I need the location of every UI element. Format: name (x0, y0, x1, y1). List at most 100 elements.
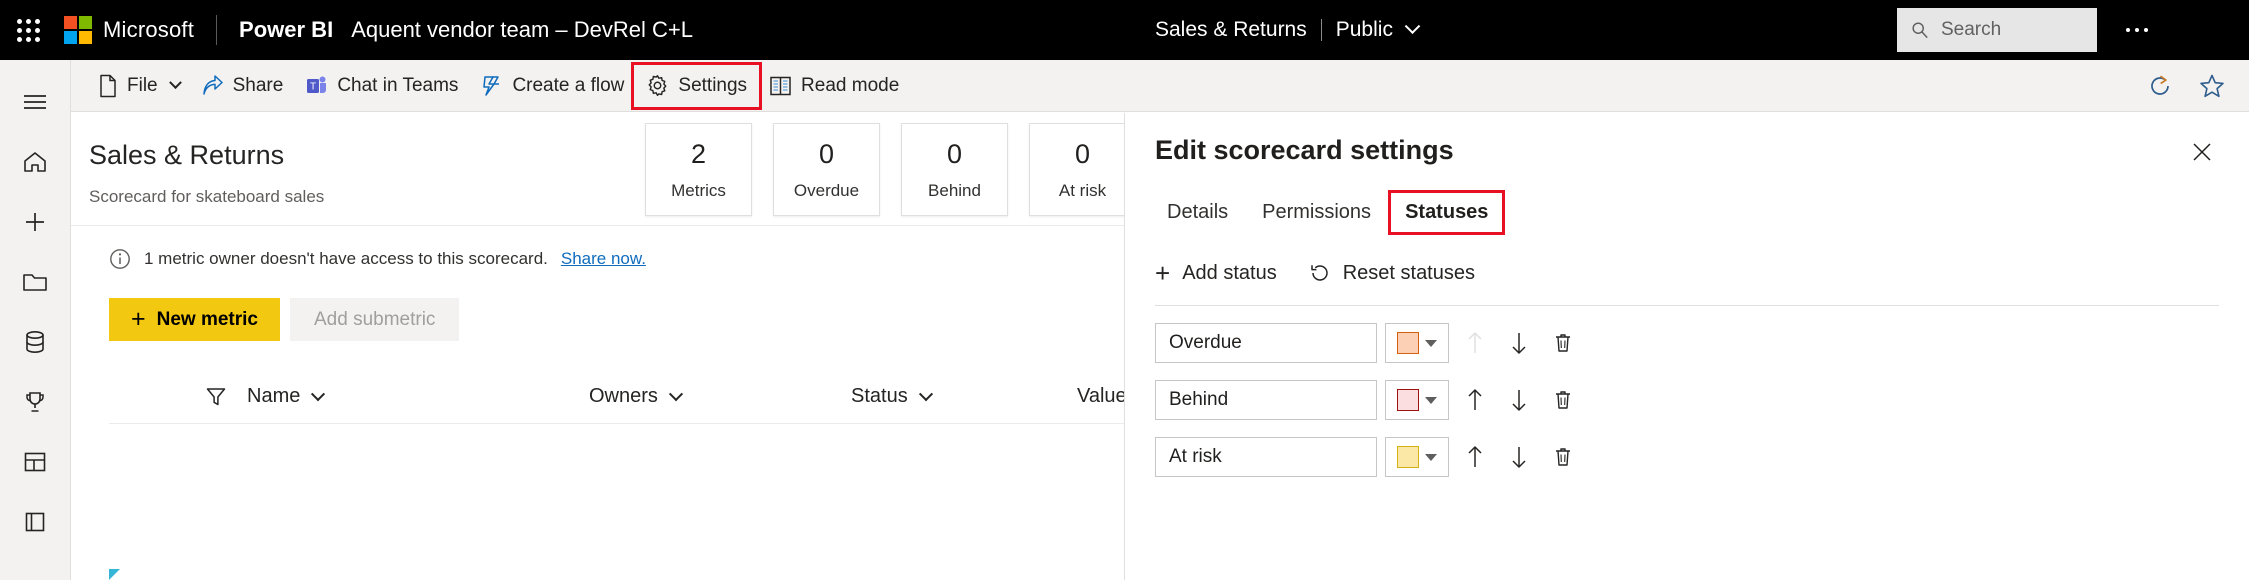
sidebar-item-learn[interactable] (10, 492, 60, 552)
sidebar-item-datahub[interactable] (10, 312, 60, 372)
column-header-value[interactable]: Value (1077, 385, 1124, 408)
delete-status-button[interactable] (1545, 439, 1581, 475)
teams-icon: T (305, 74, 328, 97)
summary-card-label: At risk (1059, 182, 1106, 199)
powerbi-brand[interactable]: Power BI (239, 17, 333, 43)
status-name-input[interactable]: At risk (1155, 437, 1377, 477)
command-read-mode[interactable]: Read mode (758, 66, 910, 106)
column-header-status[interactable]: Status (851, 385, 931, 408)
trash-icon (1552, 331, 1574, 355)
trash-icon (1552, 445, 1574, 469)
left-navigation-rail (0, 60, 71, 580)
command-create-a-flow[interactable]: Create a flow (469, 66, 635, 106)
move-status-up-button[interactable] (1457, 382, 1493, 418)
color-swatch (1397, 389, 1419, 411)
search-placeholder: Search (1941, 19, 2001, 41)
breadcrumb-scorecard-name[interactable]: Sales & Returns (1155, 18, 1307, 42)
plus-icon: + (131, 307, 146, 332)
metrics-table-header: Name Owners Status Value (109, 370, 1124, 424)
sidebar-item-apps[interactable] (10, 432, 60, 492)
edit-scorecard-settings-panel: Edit scorecard settings Details Permissi… (1124, 113, 2249, 580)
access-notice: 1 metric owner doesn't have access to th… (109, 248, 1124, 270)
move-status-down-button[interactable] (1501, 325, 1537, 361)
column-header-owners[interactable]: Owners (589, 385, 681, 408)
status-name-input[interactable]: Overdue (1155, 323, 1377, 363)
app-launcher-button[interactable] (0, 0, 56, 60)
status-color-picker[interactable] (1385, 380, 1449, 420)
chevron-down-icon[interactable] (1405, 18, 1421, 34)
hamburger-icon (22, 92, 48, 112)
sidebar-item-hamburger[interactable] (10, 72, 60, 132)
summary-card-at-risk[interactable]: 0 At risk (1029, 123, 1124, 216)
status-name-value: Behind (1169, 389, 1228, 411)
arrow-down-icon (1508, 330, 1530, 356)
tab-permissions[interactable]: Permissions (1250, 195, 1383, 230)
command-chat-in-teams[interactable]: T Chat in Teams (294, 66, 469, 106)
chevron-down-icon (669, 387, 683, 401)
command-settings[interactable]: Settings (635, 66, 758, 106)
topbar-divider (216, 15, 217, 45)
microsoft-squares-icon (64, 16, 92, 44)
command-file[interactable]: File (87, 66, 191, 106)
arrow-down-icon (1508, 444, 1530, 470)
filter-icon[interactable] (205, 386, 227, 408)
command-share[interactable]: Share (191, 66, 295, 106)
close-panel-button[interactable] (2185, 135, 2219, 169)
breadcrumb-separator (1321, 19, 1322, 41)
status-name-value: Overdue (1169, 332, 1242, 354)
status-color-picker[interactable] (1385, 437, 1449, 477)
delete-status-button[interactable] (1545, 382, 1581, 418)
status-name-input[interactable]: Behind (1155, 380, 1377, 420)
info-icon (109, 248, 131, 270)
refresh-button[interactable] (2145, 71, 2175, 101)
status-row: Behind (1155, 380, 2219, 420)
microsoft-logo[interactable]: Microsoft (64, 16, 194, 44)
power-automate-icon (480, 74, 503, 97)
summary-card-metrics[interactable]: 2 Metrics (645, 123, 752, 216)
summary-card-behind[interactable]: 0 Behind (901, 123, 1008, 216)
move-status-up-button[interactable] (1457, 439, 1493, 475)
plus-icon (23, 210, 47, 234)
trash-icon (1552, 388, 1574, 412)
ellipsis-icon (2126, 28, 2130, 32)
chevron-down-icon (1425, 397, 1437, 404)
command-create-flow-label: Create a flow (512, 75, 624, 97)
sidebar-item-home[interactable] (10, 132, 60, 192)
summary-card-value: 0 (819, 141, 834, 168)
tab-statuses[interactable]: Statuses (1393, 195, 1500, 230)
status-color-picker[interactable] (1385, 323, 1449, 363)
tab-details[interactable]: Details (1155, 195, 1240, 230)
reset-statuses-button[interactable]: Reset statuses (1309, 262, 1475, 285)
favorite-button[interactable] (2197, 71, 2227, 101)
chevron-down-icon (919, 387, 933, 401)
color-swatch (1397, 332, 1419, 354)
arrow-down-icon (1508, 387, 1530, 413)
column-header-label: Value (1077, 385, 1124, 408)
panel-header: Edit scorecard settings (1155, 135, 2219, 169)
command-share-label: Share (233, 75, 284, 97)
workspace-name[interactable]: Aquent vendor team – DevRel C+L (351, 17, 693, 43)
arrow-up-icon (1464, 330, 1486, 356)
search-input[interactable]: Search (1897, 8, 2097, 52)
refresh-icon (2147, 73, 2173, 99)
more-options-button[interactable] (2115, 8, 2159, 52)
sidebar-item-metrics[interactable] (10, 372, 60, 432)
panel-divider (1155, 305, 2219, 306)
tab-label: Statuses (1405, 201, 1488, 223)
summary-card-label: Metrics (671, 182, 726, 199)
share-now-link[interactable]: Share now. (561, 249, 646, 269)
sidebar-item-create[interactable] (10, 192, 60, 252)
move-status-down-button[interactable] (1501, 382, 1537, 418)
summary-card-label: Overdue (794, 182, 859, 199)
arrow-up-icon (1464, 387, 1486, 413)
add-status-label: Add status (1182, 262, 1277, 285)
delete-status-button[interactable] (1545, 325, 1581, 361)
move-status-down-button[interactable] (1501, 439, 1537, 475)
summary-cards: 2 Metrics 0 Overdue 0 Behind 0 At risk (645, 123, 1124, 216)
breadcrumb-audience[interactable]: Public (1336, 18, 1393, 42)
column-header-name[interactable]: Name (247, 385, 323, 408)
summary-card-overdue[interactable]: 0 Overdue (773, 123, 880, 216)
new-metric-button[interactable]: + New metric (109, 298, 280, 341)
add-status-button[interactable]: + Add status (1155, 260, 1277, 286)
sidebar-item-browse[interactable] (10, 252, 60, 312)
